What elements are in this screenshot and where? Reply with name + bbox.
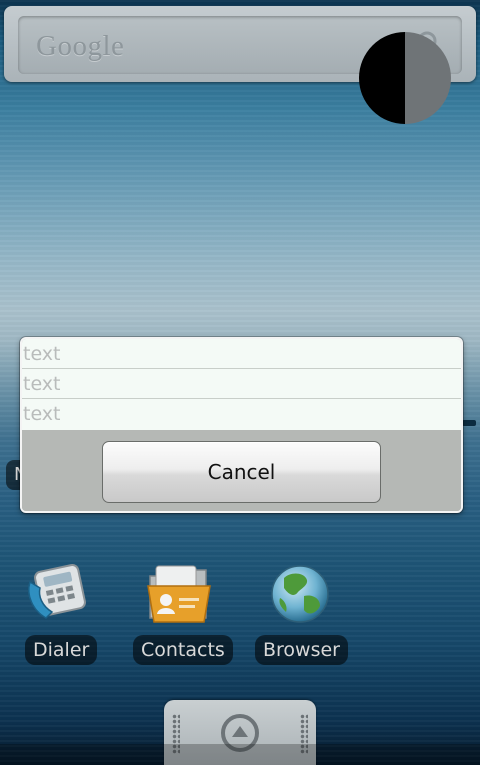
browser-label: Browser xyxy=(255,635,348,665)
browser-shortcut[interactable]: Browser xyxy=(244,560,354,670)
bottom-bar xyxy=(0,744,480,765)
dialer-label: Dialer xyxy=(25,635,98,665)
text-field-2[interactable]: text xyxy=(22,369,461,399)
google-logo: Google xyxy=(36,30,125,62)
home-screen: Google N text text text Cancel Dialer xyxy=(0,0,480,765)
contacts-folder-icon xyxy=(147,565,211,623)
dialog-button-bar: Cancel xyxy=(22,432,461,511)
text-dialog: text text text Cancel xyxy=(20,337,463,513)
wallpaper-boat xyxy=(462,420,476,426)
globe-icon xyxy=(271,565,329,623)
cancel-button[interactable]: Cancel xyxy=(102,441,381,503)
text-field-1[interactable]: text xyxy=(22,339,461,369)
contacts-label: Contacts xyxy=(133,635,233,665)
half-filled-circle xyxy=(359,32,451,124)
phone-icon xyxy=(28,564,86,619)
dialer-shortcut[interactable]: Dialer xyxy=(2,560,112,670)
text-field-3[interactable]: text xyxy=(22,399,461,430)
contacts-shortcut[interactable]: Contacts xyxy=(124,560,234,670)
